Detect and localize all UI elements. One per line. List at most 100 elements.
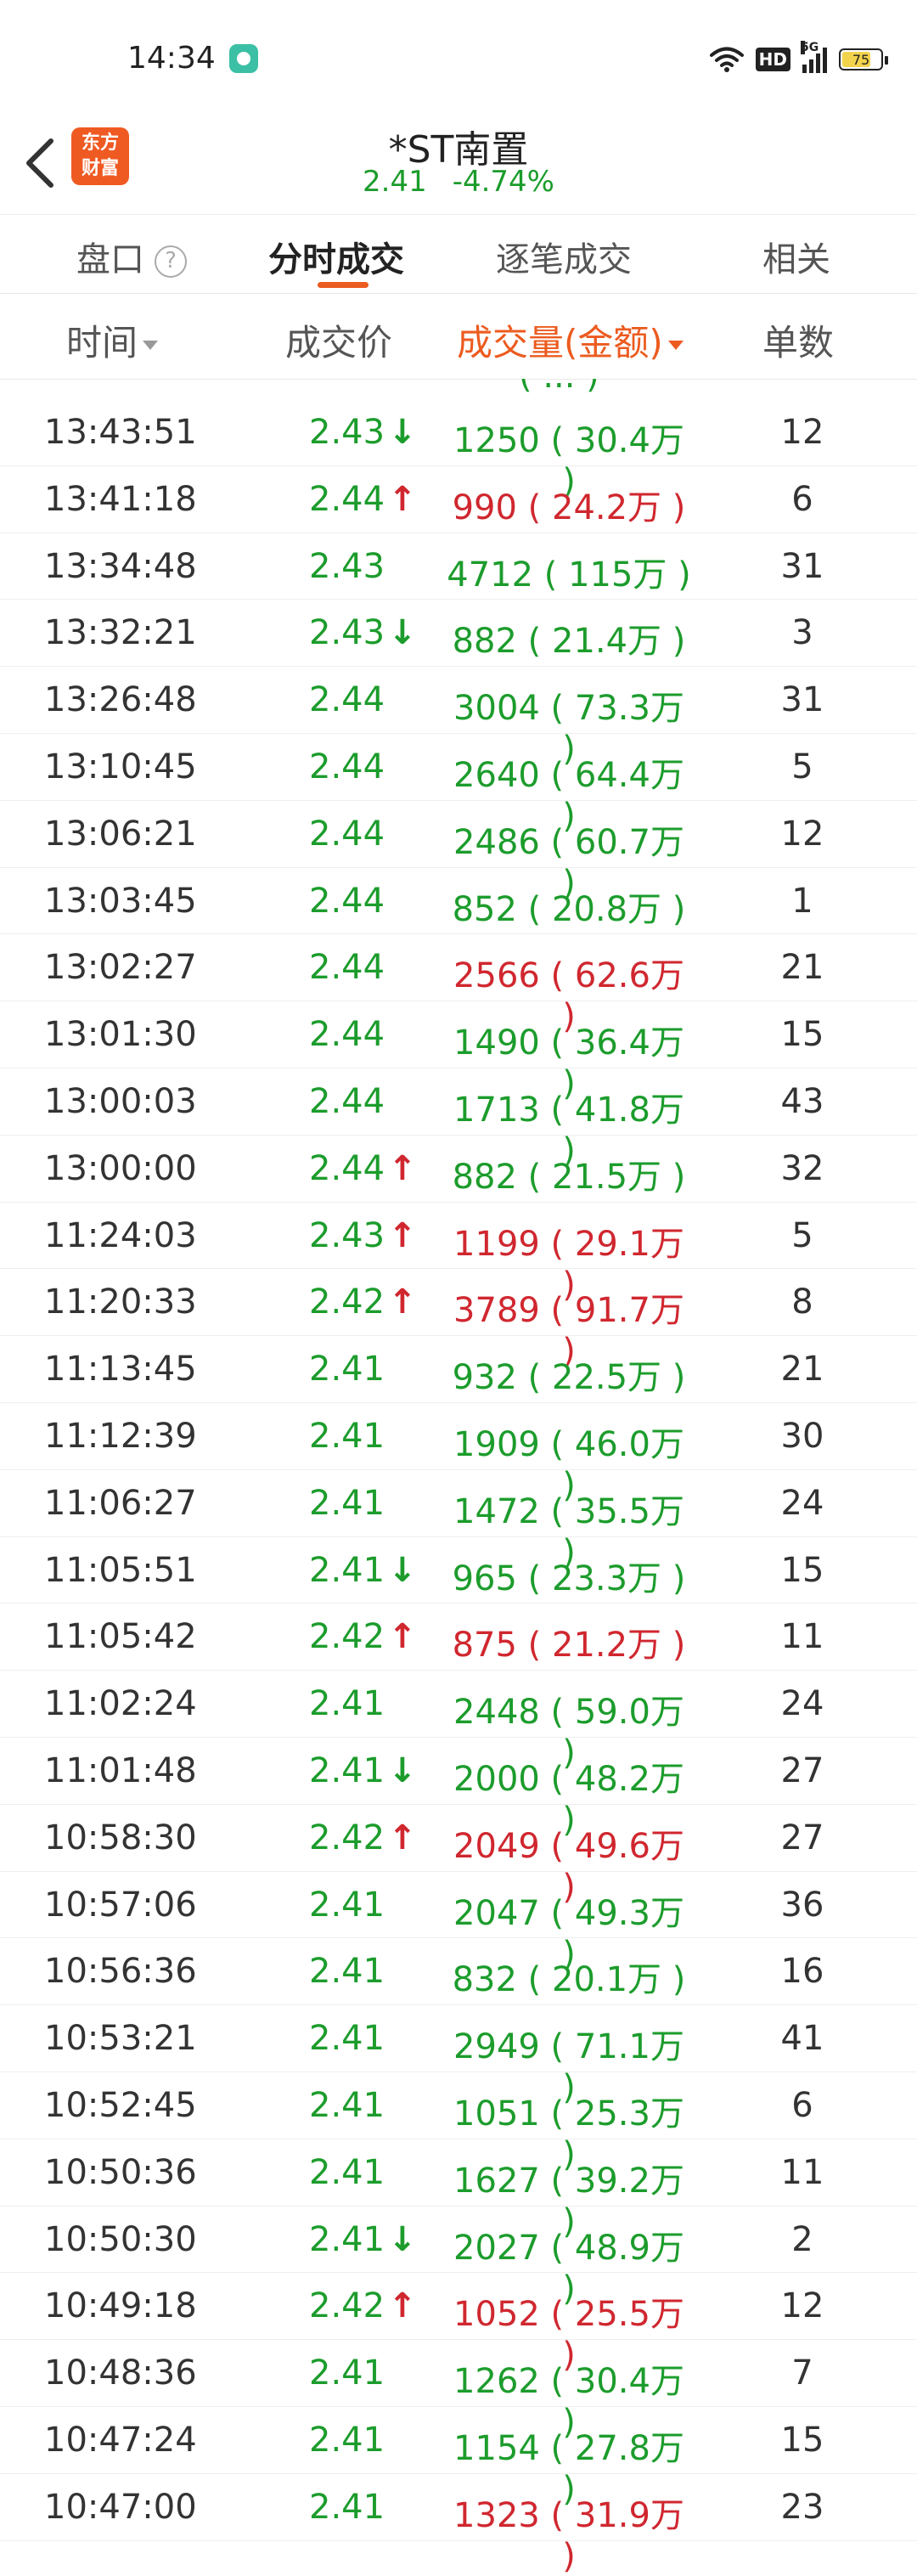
tab-related[interactable]: 相关 <box>762 232 830 281</box>
trade-order-count: 41 <box>780 2019 824 2059</box>
trade-time: 10:57:06 <box>44 1885 197 1925</box>
trade-price: 2.43 ↓ <box>309 613 417 652</box>
trade-price-value: 2.43 <box>309 613 385 653</box>
trade-order-count: 6 <box>791 2085 813 2125</box>
table-row[interactable]: 13:32:21 2.43 ↓ 882 ( 21.4万 ) 3 <box>0 600 917 668</box>
trade-order-count: 31 <box>780 680 824 720</box>
table-row[interactable]: 11:13:45 2.41 932 ( 22.5万 ) 21 <box>0 1336 917 1403</box>
trade-price: 2.42 ↑ <box>309 2286 417 2325</box>
table-row[interactable]: 13:43:51 2.43 ↓ 1250 ( 30.4万 ) 12 <box>0 399 917 501</box>
trade-volume: 882 ( 21.5万 ) <box>452 1157 686 1197</box>
column-header-count: 单数 <box>762 322 835 364</box>
table-row[interactable]: 13:00:00 2.44 ↑ 882 ( 21.5万 ) 32 <box>0 1136 917 1203</box>
column-header-volume[interactable]: 成交量(金额) <box>457 314 684 366</box>
trade-price-value: 2.44 <box>309 1148 385 1188</box>
table-row[interactable]: 11:12:39 2.41 1909 ( 46.0万 ) 30 <box>0 1403 917 1505</box>
trade-time: 13:34:48 <box>44 546 197 586</box>
trade-volume: 832 ( 20.1万 ) <box>452 1960 686 2000</box>
table-row[interactable]: 10:47:24 2.41 1154 ( 27.8万 ) 15 <box>0 2407 917 2509</box>
trade-price-value: 2.44 <box>309 747 385 786</box>
trade-list[interactable]: 13:43:51 2.43 ↓ 1250 ( 30.4万 ) 12 13:41:18 2.4… <box>0 399 917 2576</box>
trade-price-value: 2.42 <box>309 1282 385 1322</box>
trade-price: 2.43 <box>309 547 385 586</box>
trade-price-value: 2.44 <box>309 479 385 519</box>
trade-price: 2.41 <box>309 1952 385 1991</box>
table-row[interactable]: 10:50:30 2.41 ↓ 2027 ( 48.9万 ) 2 <box>0 2207 917 2308</box>
trade-price: 2.41 <box>309 2153 385 2192</box>
table-row[interactable]: 11:01:48 2.41 ↓ 2000 ( 48.2万 ) 27 <box>0 1738 917 1840</box>
table-row[interactable]: 11:24:03 2.43 ↑ 1199 ( 29.1万 ) 5 <box>0 1203 917 1305</box>
table-row[interactable]: 10:50:36 2.41 1627 ( 39.2万 ) 11 <box>0 2139 917 2241</box>
trade-order-count: 12 <box>780 413 824 452</box>
sort-caret-icon <box>143 341 159 350</box>
table-row[interactable]: 11:05:42 2.42 ↑ 875 ( 21.2万 ) 11 <box>0 1604 917 1671</box>
table-row[interactable]: 11:06:27 2.41 1472 ( 35.5万 ) 24 <box>0 1470 917 1572</box>
trade-price-value: 2.41 <box>309 2085 385 2125</box>
table-row[interactable]: 11:05:51 2.41 ↓ 965 ( 23.3万 ) 15 <box>0 1537 917 1604</box>
trade-price-value: 2.43 <box>309 413 385 452</box>
trade-price: 2.41 <box>309 2353 385 2393</box>
trade-order-count: 11 <box>780 1617 824 1657</box>
trade-price: 2.44 <box>309 747 385 786</box>
table-row[interactable]: 10:49:18 2.42 ↑ 1052 ( 25.5万 ) 12 <box>0 2273 917 2375</box>
trade-price-value: 2.41 <box>309 1550 385 1590</box>
arrow-down-icon: ↓ <box>388 2219 417 2259</box>
trade-price-value: 2.41 <box>309 1885 385 1925</box>
trade-order-count: 32 <box>780 1148 824 1188</box>
column-header-time[interactable]: 时间 <box>66 314 159 366</box>
table-header: 时间 成交价 成交量(金额) 单数 <box>0 294 917 380</box>
column-header-volume-label: 成交量(金额) <box>457 322 663 364</box>
table-row[interactable]: 13:03:45 2.44 852 ( 20.8万 ) 1 <box>0 868 917 935</box>
trade-price-value: 2.41 <box>309 2487 385 2527</box>
trade-price: 2.42 ↑ <box>309 1617 417 1656</box>
trade-order-count: 6 <box>791 479 813 519</box>
table-row[interactable]: 13:41:18 2.44 ↑ 990 ( 24.2万 ) 6 <box>0 466 917 533</box>
trade-price-value: 2.44 <box>309 1081 385 1121</box>
trade-time: 11:12:39 <box>44 1416 197 1456</box>
trade-time: 13:26:48 <box>44 680 197 720</box>
trade-time: 13:00:03 <box>44 1081 197 1121</box>
network-type-label: 5G <box>801 41 819 54</box>
trade-time: 13:03:45 <box>44 881 197 921</box>
table-row[interactable]: 13:34:48 2.43 4712 ( 115万 ) 31 <box>0 533 917 600</box>
table-row[interactable]: 13:00:03 2.44 1713 ( 41.8万 ) 43 <box>0 1068 917 1170</box>
table-row[interactable]: 13:26:48 2.44 3004 ( 73.3万 ) 31 <box>0 667 917 769</box>
table-row[interactable]: 10:57:06 2.41 2047 ( 49.3万 ) 36 <box>0 1872 917 1974</box>
trade-order-count: 1 <box>791 881 813 921</box>
trade-price: 2.44 <box>309 1015 385 1054</box>
column-header-time-label: 时间 <box>66 322 138 364</box>
trade-price-value: 2.42 <box>309 2286 385 2326</box>
arrow-down-icon: ↓ <box>388 1550 417 1590</box>
table-row[interactable]: 10:56:36 2.41 832 ( 20.1万 ) 16 <box>0 1938 917 2006</box>
table-row[interactable]: 11:02:24 2.41 2448 ( 59.0万 ) 24 <box>0 1671 917 1773</box>
trade-time: 10:50:30 <box>44 2219 197 2259</box>
trade-time: 13:32:21 <box>44 613 197 653</box>
table-row[interactable]: 13:06:21 2.44 2486 ( 60.7万 ) 12 <box>0 801 917 903</box>
table-row[interactable]: 10:58:30 2.42 ↑ 2049 ( 49.6万 ) 27 <box>0 1805 917 1907</box>
table-row[interactable]: 10:48:36 2.41 1262 ( 30.4万 ) 7 <box>0 2340 917 2442</box>
tab-tick-trades[interactable]: 逐笔成交 <box>496 232 632 281</box>
trade-time: 10:47:24 <box>44 2420 197 2460</box>
trade-time: 13:43:51 <box>44 413 197 452</box>
arrow-up-icon: ↑ <box>388 2286 417 2326</box>
trade-order-count: 5 <box>791 747 813 786</box>
trade-price-value: 2.42 <box>309 1818 385 1857</box>
trade-volume: 932 ( 22.5万 ) <box>452 1358 686 1398</box>
table-row[interactable]: 10:52:45 2.41 1051 ( 25.3万 ) 6 <box>0 2072 917 2174</box>
table-row[interactable]: 10:53:21 2.41 2949 ( 71.1万 ) 41 <box>0 2005 917 2107</box>
trade-price-value: 2.41 <box>309 2019 385 2059</box>
tab-order-book[interactable]: 盘口? <box>76 232 187 281</box>
help-icon[interactable]: ? <box>155 245 187 278</box>
trade-price-value: 2.41 <box>309 2420 385 2460</box>
trade-price: 2.44 <box>309 1082 385 1121</box>
table-row[interactable]: 11:20:33 2.42 ↑ 3789 ( 91.7万 ) 8 <box>0 1269 917 1371</box>
tab-minute-trades[interactable]: 分时成交 <box>268 232 404 281</box>
table-row[interactable]: 13:02:27 2.44 2566 ( 62.6万 ) 21 <box>0 934 917 1036</box>
table-row[interactable]: 13:01:30 2.44 1490 ( 36.4万 ) 15 <box>0 1001 917 1103</box>
trade-price: 2.41 <box>309 2086 385 2125</box>
table-row[interactable]: 10:47:00 2.41 1323 ( 31.9万 ) 23 <box>0 2474 917 2576</box>
trade-order-count: 3 <box>791 613 813 653</box>
table-row[interactable]: 13:10:45 2.44 2640 ( 64.4万 ) 5 <box>0 734 917 836</box>
trade-time: 13:01:30 <box>44 1015 197 1055</box>
trade-price-value: 2.41 <box>309 1416 385 1456</box>
